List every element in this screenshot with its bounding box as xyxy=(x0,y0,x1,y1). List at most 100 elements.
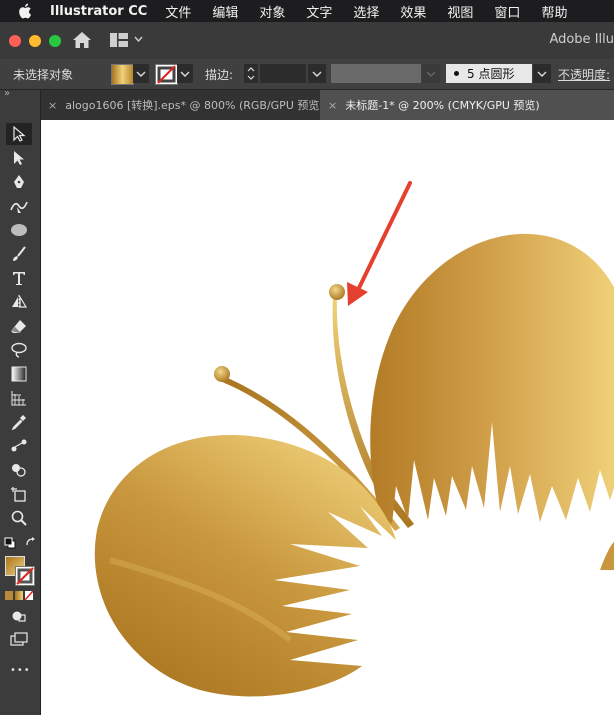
left-antenna-ball[interactable] xyxy=(214,366,230,382)
stepper-arrows-icon xyxy=(247,67,255,80)
variable-width-profile[interactable] xyxy=(331,64,421,83)
none-button[interactable] xyxy=(25,591,33,600)
chevron-down-icon xyxy=(312,71,322,77)
menu-type[interactable]: 文字 xyxy=(306,2,332,21)
right-wing-edge xyxy=(600,541,614,570)
no-stroke-icon xyxy=(157,65,176,84)
edit-toolbar-icon[interactable]: ••• xyxy=(10,665,31,676)
fill-dropdown[interactable] xyxy=(133,64,149,83)
menu-object[interactable]: 对象 xyxy=(259,2,285,21)
screen-mode-icon[interactable] xyxy=(10,632,28,646)
tools-panel: » ••• xyxy=(0,88,41,715)
no-stroke-icon xyxy=(16,567,34,585)
tab-alogo1606[interactable]: × alogo1606 [转换].eps* @ 800% (RGB/GPU 预览… xyxy=(40,90,324,120)
chevron-down-icon xyxy=(537,71,547,77)
minimize-window-button[interactable] xyxy=(29,35,41,47)
stroke-weight-stepper[interactable] xyxy=(244,64,258,83)
right-antenna-ball[interactable] xyxy=(329,284,345,300)
close-window-button[interactable] xyxy=(9,35,21,47)
artboard-tool[interactable] xyxy=(6,483,32,505)
chevron-down-icon xyxy=(136,71,146,77)
paintbrush-tool[interactable] xyxy=(6,243,32,265)
menu-select[interactable]: 选择 xyxy=(353,2,379,21)
default-fill-stroke-icon[interactable] xyxy=(4,537,16,549)
pen-tool[interactable] xyxy=(6,171,32,193)
blend-tool[interactable] xyxy=(6,435,32,457)
stroke-label: 描边: xyxy=(205,68,234,82)
curvature-tool[interactable] xyxy=(6,195,32,217)
reflect-tool[interactable] xyxy=(6,291,32,313)
opacity-label[interactable]: 不透明度: xyxy=(558,66,610,83)
eyedropper-icon xyxy=(11,415,26,430)
chevron-down-icon xyxy=(180,71,190,77)
mesh-icon xyxy=(11,391,26,406)
selection-tool[interactable] xyxy=(6,123,32,145)
menu-help[interactable]: 帮助 xyxy=(541,2,567,21)
menu-edit[interactable]: 编辑 xyxy=(212,2,238,21)
workspace-layout-icon[interactable] xyxy=(110,33,128,47)
collapse-panel-icon[interactable]: » xyxy=(4,88,10,99)
color-button[interactable] xyxy=(5,591,13,600)
shape-builder-tool[interactable] xyxy=(6,459,32,481)
eraser-icon xyxy=(11,320,26,333)
tab-label: 未标题-1* @ 200% (CMYK/GPU 预览) xyxy=(345,99,540,112)
brush-dot-icon xyxy=(454,71,459,76)
tab-close-icon[interactable]: × xyxy=(48,99,57,112)
brush-dropdown[interactable] xyxy=(533,64,551,83)
right-wing[interactable] xyxy=(370,233,614,524)
app-name[interactable]: Illustrator CC xyxy=(50,4,147,19)
chevron-down-icon[interactable] xyxy=(134,36,143,42)
zoom-window-button[interactable] xyxy=(49,35,61,47)
type-tool[interactable] xyxy=(6,267,32,289)
curvature-icon xyxy=(10,201,28,213)
menu-bar: Illustrator CC 文件 编辑 对象 文字 选择 效果 视图 窗口 帮… xyxy=(0,0,614,22)
direct-selection-icon xyxy=(14,151,24,165)
annotation-arrow-head xyxy=(347,282,368,306)
stroke-color-box[interactable] xyxy=(15,566,35,586)
pen-icon xyxy=(14,175,24,188)
menu-window[interactable]: 窗口 xyxy=(494,2,520,21)
selection-status: 未选择对象 xyxy=(13,68,74,82)
gradient-icon xyxy=(11,366,27,382)
document-tabs: × alogo1606 [转换].eps* @ 800% (RGB/GPU 预览… xyxy=(0,90,614,120)
gradient-tool[interactable] xyxy=(6,363,32,385)
draw-mode-icon[interactable] xyxy=(11,608,27,624)
annotation-arrow-shaft xyxy=(356,181,412,292)
ellipse-tool[interactable] xyxy=(6,219,32,241)
stroke-weight-input[interactable] xyxy=(260,64,306,83)
lasso-tool[interactable] xyxy=(6,339,32,361)
ellipse-icon xyxy=(11,224,27,236)
artwork-illustration[interactable] xyxy=(41,120,614,715)
menu-view[interactable]: 视图 xyxy=(447,2,473,21)
stroke-swatch[interactable] xyxy=(155,64,178,85)
artboard-canvas[interactable] xyxy=(41,120,614,715)
shape-builder-icon xyxy=(12,464,26,477)
gradient-button[interactable] xyxy=(15,591,23,600)
stroke-weight-dropdown[interactable] xyxy=(308,64,326,83)
tab-untitled-1[interactable]: × 未标题-1* @ 200% (CMYK/GPU 预览) xyxy=(320,90,614,120)
menu-effect[interactable]: 效果 xyxy=(400,2,426,21)
none-icon xyxy=(25,591,33,600)
home-icon[interactable] xyxy=(72,31,92,49)
eraser-tool[interactable] xyxy=(6,315,32,337)
brush-definition[interactable]: 5 点圆形 xyxy=(446,64,532,83)
fill-swatch[interactable] xyxy=(111,64,134,85)
stroke-dropdown[interactable] xyxy=(177,64,193,83)
blend-icon xyxy=(11,439,27,452)
swap-fill-stroke-icon[interactable] xyxy=(25,536,37,548)
lasso-icon xyxy=(11,342,27,358)
reflect-icon xyxy=(12,294,28,309)
paintbrush-icon xyxy=(13,246,26,261)
tab-close-icon[interactable]: × xyxy=(328,99,337,112)
control-bar: 未选择对象 描边: 5 点圆形 不透明度: xyxy=(0,59,614,90)
color-mode-buttons xyxy=(5,591,35,600)
eyedropper-tool[interactable] xyxy=(6,411,32,433)
zoom-icon xyxy=(11,510,27,526)
direct-selection-tool[interactable] xyxy=(6,147,32,169)
menu-file[interactable]: 文件 xyxy=(165,2,191,21)
profile-dropdown[interactable] xyxy=(422,64,440,83)
title-bar: Adobe Illu xyxy=(0,22,614,60)
zoom-tool[interactable] xyxy=(6,507,32,529)
apple-icon[interactable] xyxy=(18,3,32,19)
mesh-tool[interactable] xyxy=(6,387,32,409)
